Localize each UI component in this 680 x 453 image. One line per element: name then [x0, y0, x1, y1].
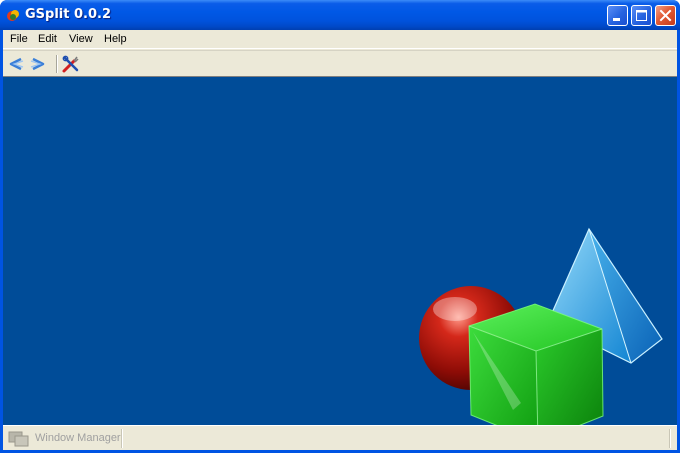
back-button[interactable] — [6, 54, 26, 74]
toolbar-separator — [56, 55, 58, 73]
status-separator — [121, 429, 123, 448]
app-window: GSplit 0.0.2 File Edit View Help Window … — [0, 0, 680, 453]
close-button[interactable] — [655, 5, 676, 26]
close-icon — [659, 9, 672, 22]
window-manager-label[interactable]: Window Manager — [35, 432, 121, 444]
window-title: GSplit 0.0.2 — [25, 7, 112, 22]
green-cube — [468, 303, 604, 426]
decorative-shapes — [419, 227, 663, 426]
forward-arrow-icon — [30, 57, 45, 71]
minimize-button[interactable] — [607, 5, 628, 26]
menu-edit[interactable]: Edit — [38, 32, 57, 47]
menu-help[interactable]: Help — [104, 32, 127, 47]
workspace-area[interactable] — [3, 76, 677, 426]
status-bar: Window Manager — [3, 425, 677, 450]
maximize-icon — [636, 10, 647, 21]
back-arrow-icon — [9, 57, 24, 71]
menu-file[interactable]: File — [10, 32, 28, 47]
tools-icon — [62, 55, 79, 73]
forward-button[interactable] — [28, 54, 48, 74]
minimize-icon — [613, 18, 620, 21]
client-frame: File Edit View Help Window Manager — [3, 30, 677, 450]
gsplit-app-icon — [7, 10, 19, 21]
title-bar[interactable]: GSplit 0.0.2 — [0, 0, 680, 30]
toolbar — [3, 50, 677, 76]
status-separator-right — [669, 429, 671, 448]
menu-bar: File Edit View Help — [3, 30, 677, 49]
tools-button[interactable] — [61, 54, 81, 74]
menu-view[interactable]: View — [69, 32, 93, 47]
window-manager-icon — [8, 431, 29, 447]
maximize-button[interactable] — [631, 5, 652, 26]
